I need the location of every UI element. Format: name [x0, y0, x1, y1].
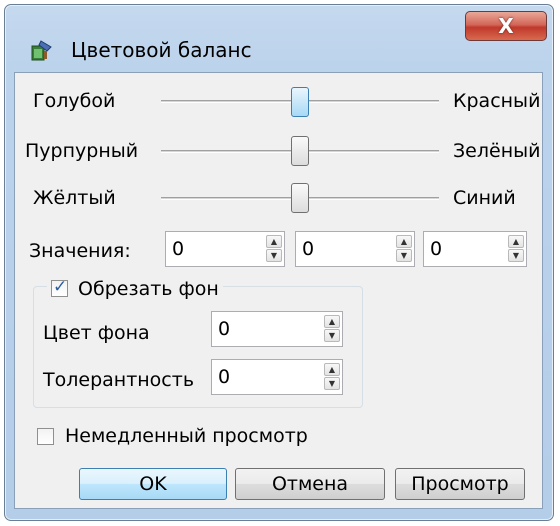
slider-thumb-yellow-blue[interactable] — [291, 183, 309, 213]
ok-button[interactable]: OK — [79, 468, 227, 500]
slider-left-label-yellow: Жёлтый — [33, 187, 116, 209]
spin-up-icon[interactable]: ▲ — [324, 363, 340, 376]
crop-background-label: Обрезать фон — [78, 278, 219, 300]
value-text: 0 — [218, 318, 231, 340]
close-icon: X — [498, 14, 514, 38]
instant-preview-checkbox[interactable] — [37, 428, 54, 445]
tolerance-field[interactable]: 0 ▲ ▼ — [211, 359, 343, 395]
spin-up-icon[interactable]: ▲ — [266, 235, 282, 248]
crop-background-checkbox[interactable]: ✓ — [51, 277, 68, 297]
spin-up-icon[interactable]: ▲ — [508, 235, 524, 248]
slider-left-label-cyan: Голубой — [33, 90, 116, 112]
value-field-magenta-green[interactable]: 0 ▲ ▼ — [295, 231, 415, 267]
slider-right-label-green: Зелёный — [453, 140, 541, 162]
spin-down-icon[interactable]: ▼ — [266, 249, 282, 262]
checkmark-icon: ✓ — [53, 277, 68, 297]
slider-thumb-cyan-red[interactable] — [291, 87, 309, 117]
value-text: 0 — [430, 238, 443, 260]
spin-down-icon[interactable]: ▼ — [324, 329, 340, 342]
value-text: 0 — [302, 238, 315, 260]
tolerance-label: Толерантность — [43, 369, 195, 391]
close-button[interactable]: X — [465, 11, 547, 41]
slider-thumb-magenta-green[interactable] — [291, 136, 309, 166]
bg-color-field[interactable]: 0 ▲ ▼ — [211, 311, 343, 347]
spin-down-icon[interactable]: ▼ — [508, 249, 524, 262]
value-text: 0 — [172, 238, 185, 260]
instant-preview-label: Немедленный просмотр — [65, 425, 308, 447]
spin-down-icon[interactable]: ▼ — [324, 377, 340, 390]
value-field-cyan-red[interactable]: 0 ▲ ▼ — [165, 231, 285, 267]
value-field-yellow-blue[interactable]: 0 ▲ ▼ — [423, 231, 527, 267]
spin-down-icon[interactable]: ▼ — [396, 249, 412, 262]
spin-up-icon[interactable]: ▲ — [324, 315, 340, 328]
dialog-client-area: Голубой Красный Пурпурный Зелёный Жёлтый… — [14, 72, 543, 509]
window-title: Цветовой баланс — [71, 38, 252, 62]
values-label: Значения: — [29, 240, 131, 262]
bg-color-label: Цвет фона — [43, 322, 150, 344]
preview-button[interactable]: Просмотр — [395, 468, 525, 500]
slider-right-label-blue: Синий — [453, 187, 516, 209]
value-text: 0 — [218, 366, 231, 388]
spin-up-icon[interactable]: ▲ — [396, 235, 412, 248]
slider-left-label-magenta: Пурпурный — [25, 140, 139, 162]
slider-right-label-red: Красный — [453, 90, 541, 112]
crop-background-legend[interactable]: ✓ Обрезать фон — [47, 277, 223, 302]
app-icon — [31, 39, 53, 61]
cancel-button[interactable]: Отмена — [235, 468, 385, 500]
